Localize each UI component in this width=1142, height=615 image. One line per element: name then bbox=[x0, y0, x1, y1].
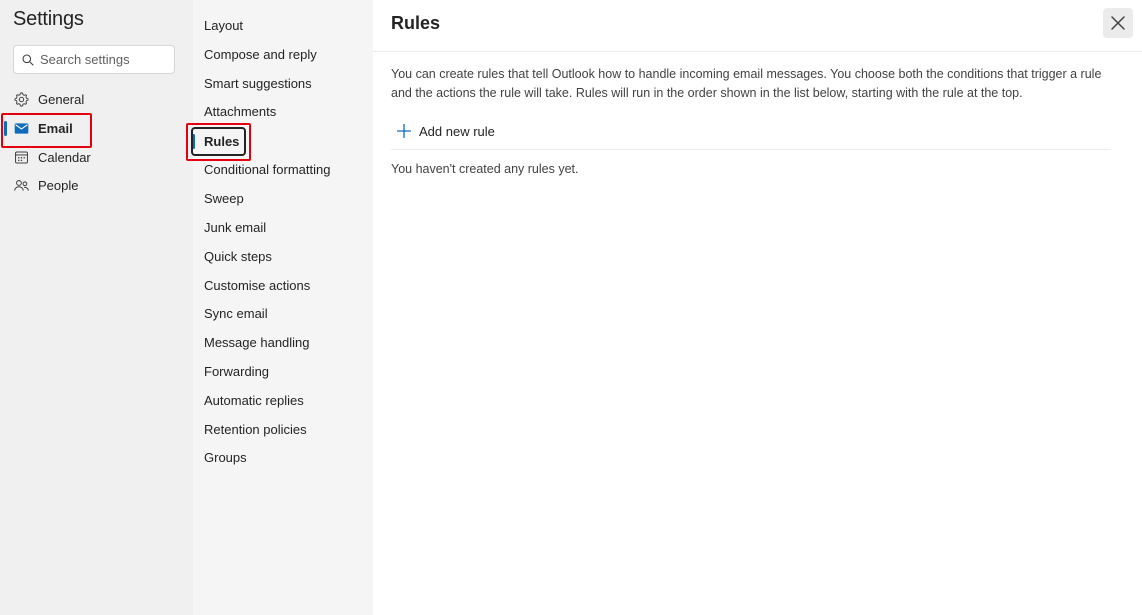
category-label: Email bbox=[38, 121, 73, 136]
subsetting-compose-and-reply[interactable]: Compose and reply bbox=[193, 41, 373, 68]
gear-icon bbox=[14, 92, 29, 107]
subsetting-label: Attachments bbox=[204, 104, 277, 119]
subsetting-smart-suggestions[interactable]: Smart suggestions bbox=[193, 70, 373, 97]
subsetting-label: Quick steps bbox=[204, 249, 272, 264]
subsetting-label: Sync email bbox=[204, 306, 268, 321]
search-icon bbox=[22, 53, 34, 66]
subsetting-label: Retention policies bbox=[204, 422, 307, 437]
email-subsettings-pane: Layout Compose and reply Smart suggestio… bbox=[192, 0, 373, 615]
plus-icon bbox=[397, 124, 411, 138]
subsetting-automatic-replies[interactable]: Automatic replies bbox=[193, 387, 373, 414]
subsetting-label: Compose and reply bbox=[204, 47, 317, 62]
empty-rules-message: You haven't created any rules yet. bbox=[391, 162, 579, 176]
settings-title: Settings bbox=[13, 8, 84, 30]
settings-category-pane: Settings General Email bbox=[0, 0, 193, 615]
subsetting-label: Customise actions bbox=[204, 278, 311, 293]
selection-indicator bbox=[192, 134, 195, 149]
subsetting-label: Message handling bbox=[204, 335, 310, 350]
category-email[interactable]: Email bbox=[0, 115, 193, 142]
people-icon bbox=[14, 180, 29, 191]
search-settings-input[interactable] bbox=[40, 52, 170, 67]
subsetting-quick-steps[interactable]: Quick steps bbox=[193, 243, 373, 270]
subsetting-label: Smart suggestions bbox=[204, 76, 312, 91]
selection-indicator bbox=[4, 121, 7, 136]
subsetting-label: Automatic replies bbox=[204, 393, 304, 408]
subsetting-label: Junk email bbox=[204, 220, 267, 235]
subsetting-label: Sweep bbox=[204, 191, 244, 206]
rules-content-pane: Rules You can create rules that tell Out… bbox=[373, 0, 1142, 615]
subsetting-sweep[interactable]: Sweep bbox=[193, 185, 373, 212]
subsetting-rules[interactable]: Rules bbox=[192, 128, 373, 155]
subsetting-attachments[interactable]: Attachments bbox=[193, 98, 373, 125]
subsetting-layout[interactable]: Layout bbox=[193, 12, 373, 39]
rules-list-divider bbox=[391, 149, 1111, 150]
page-title: Rules bbox=[391, 13, 441, 33]
close-icon bbox=[1111, 16, 1125, 30]
add-new-rule-button[interactable]: Add new rule bbox=[397, 120, 495, 142]
subsetting-groups[interactable]: Groups bbox=[193, 444, 373, 471]
header-divider bbox=[373, 51, 1142, 52]
subsetting-label: Forwarding bbox=[204, 364, 270, 379]
subsetting-label: Rules bbox=[204, 134, 240, 149]
subsetting-customise-actions[interactable]: Customise actions bbox=[193, 272, 373, 299]
subsetting-conditional-formatting[interactable]: Conditional formatting bbox=[193, 156, 373, 183]
rules-description: You can create rules that tell Outlook h… bbox=[391, 67, 1102, 100]
category-label: General bbox=[38, 92, 85, 107]
subsetting-message-handling[interactable]: Message handling bbox=[193, 329, 373, 356]
subsetting-label: Layout bbox=[204, 18, 244, 33]
subsetting-forwarding[interactable]: Forwarding bbox=[193, 358, 373, 385]
subsetting-junk-email[interactable]: Junk email bbox=[193, 214, 373, 241]
category-calendar[interactable]: Calendar bbox=[0, 144, 193, 171]
close-button[interactable] bbox=[1103, 8, 1133, 38]
search-settings-box[interactable] bbox=[13, 45, 175, 74]
outlook-settings-dialog: Settings General Email bbox=[0, 0, 1142, 615]
mail-icon bbox=[14, 123, 29, 134]
category-label: Calendar bbox=[38, 150, 91, 165]
subsetting-label: Groups bbox=[204, 450, 247, 465]
category-people[interactable]: People bbox=[0, 172, 193, 199]
calendar-icon bbox=[15, 151, 28, 164]
category-general[interactable]: General bbox=[0, 86, 193, 113]
subsetting-retention-policies[interactable]: Retention policies bbox=[193, 416, 373, 443]
add-new-rule-label: Add new rule bbox=[419, 123, 495, 139]
subsetting-label: Conditional formatting bbox=[204, 162, 331, 177]
category-label: People bbox=[38, 178, 79, 193]
subsetting-sync-email[interactable]: Sync email bbox=[193, 300, 373, 327]
